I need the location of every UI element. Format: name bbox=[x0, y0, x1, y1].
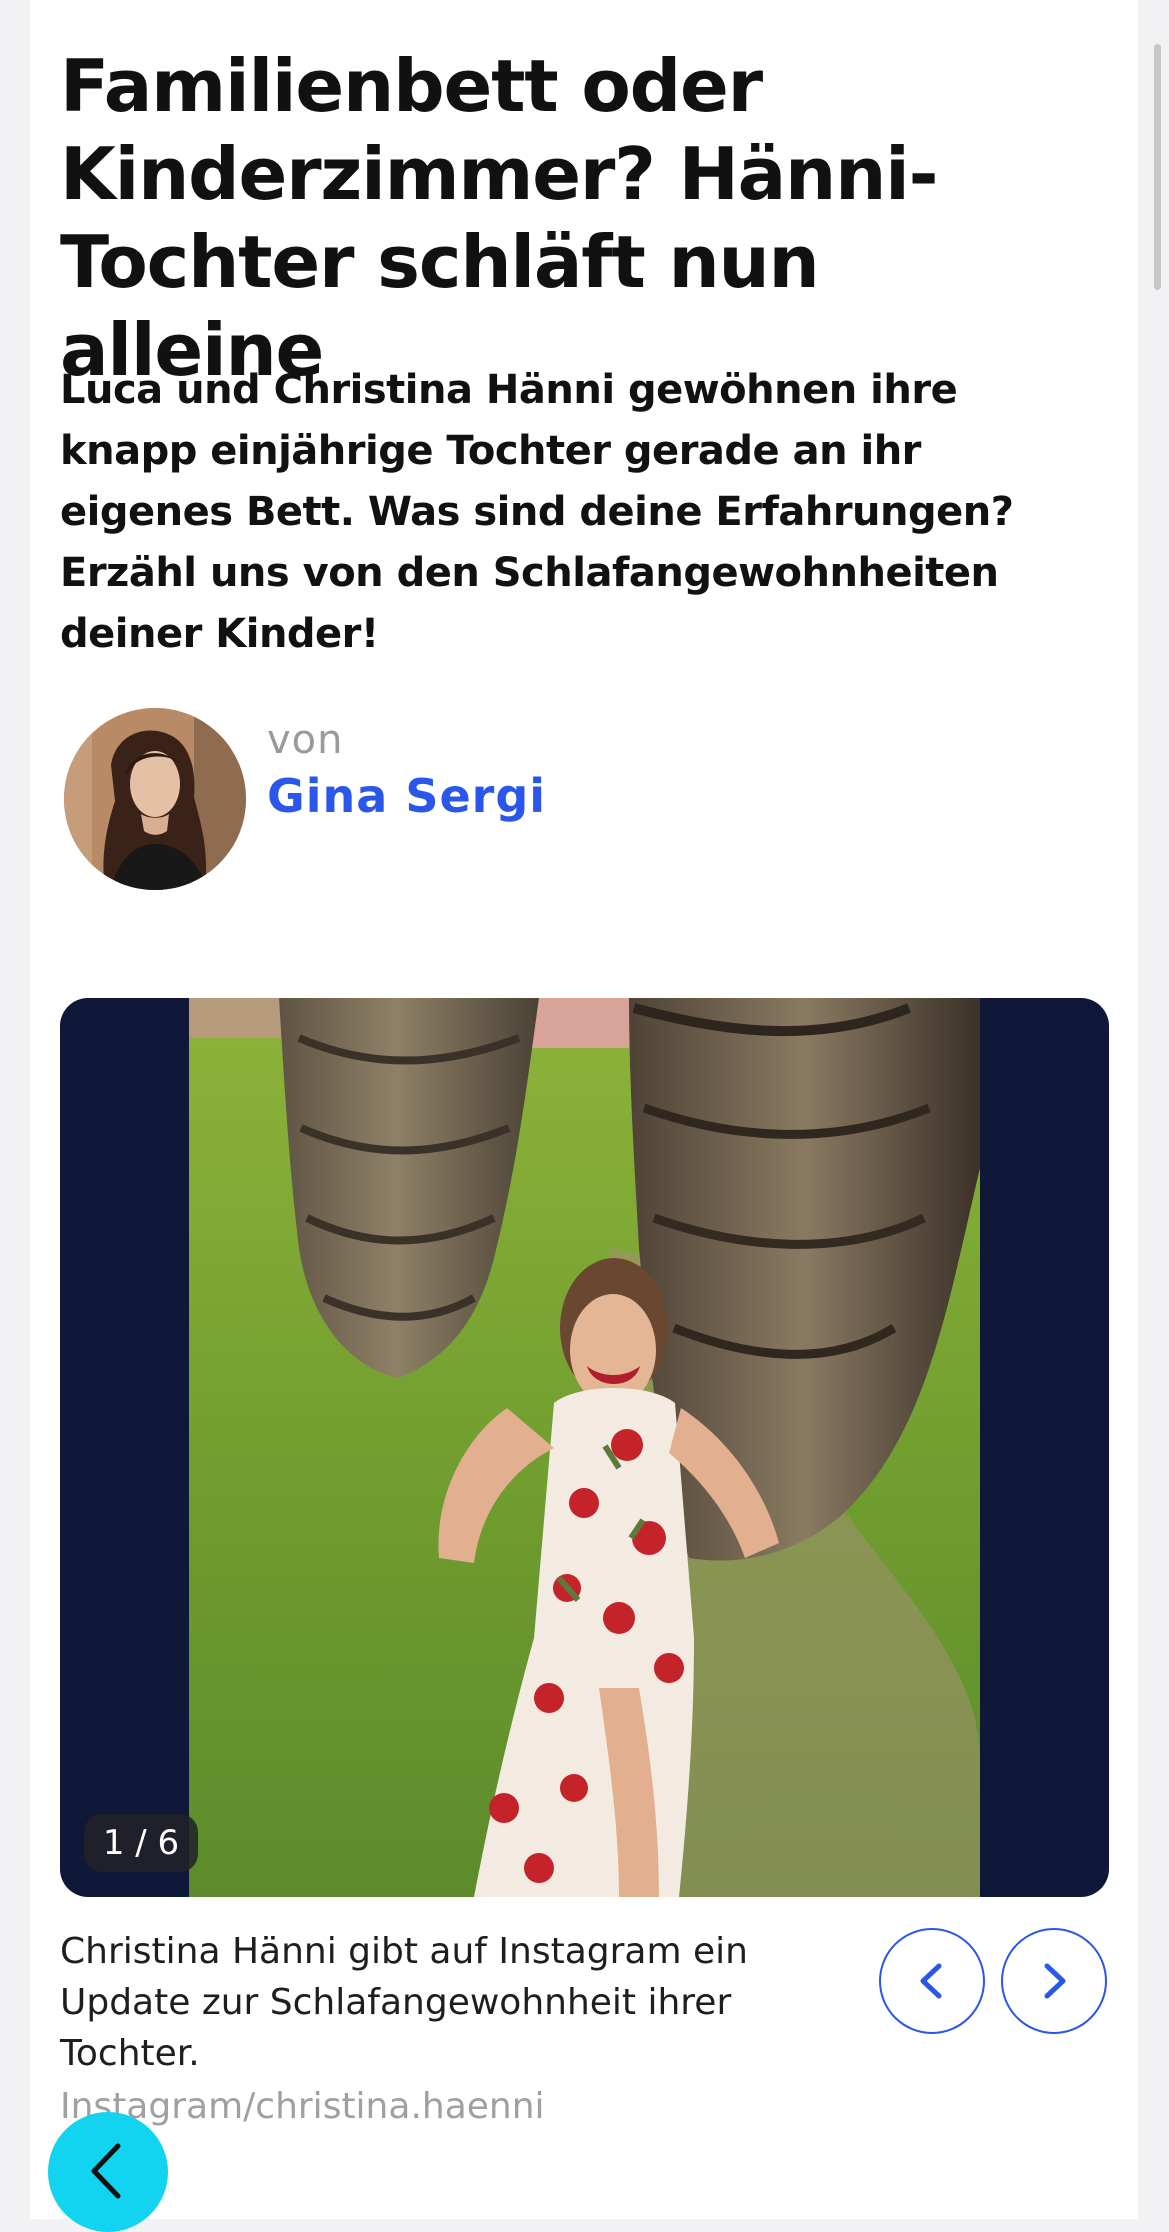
chevron-left-icon bbox=[920, 1963, 942, 1999]
back-button[interactable] bbox=[48, 2112, 168, 2232]
chevron-left-icon bbox=[91, 2143, 121, 2199]
author-avatar[interactable] bbox=[64, 708, 246, 890]
author-block: von Gina Sergi bbox=[64, 708, 764, 892]
scrollbar-thumb[interactable] bbox=[1154, 44, 1161, 290]
gallery-counter: 1 / 6 bbox=[84, 1814, 198, 1872]
gallery-photo bbox=[189, 998, 980, 1897]
chevron-right-icon bbox=[1044, 1963, 1066, 1999]
author-by-label: von bbox=[267, 717, 344, 763]
author-name-link[interactable]: Gina Sergi bbox=[267, 768, 546, 824]
image-gallery[interactable]: 1 / 6 bbox=[60, 998, 1109, 1897]
gallery-caption: Christina Hänni gibt auf Instagram ein U… bbox=[60, 1931, 748, 2074]
gallery-previous-button[interactable] bbox=[879, 1928, 985, 2034]
article-title: Familienbett oder Kinderzimmer? Hänni-To… bbox=[60, 44, 939, 392]
gallery-next-button[interactable] bbox=[1001, 1928, 1107, 2034]
article-lead: Luca und Christina Hänni gewöhnen ihre k… bbox=[60, 367, 1014, 657]
